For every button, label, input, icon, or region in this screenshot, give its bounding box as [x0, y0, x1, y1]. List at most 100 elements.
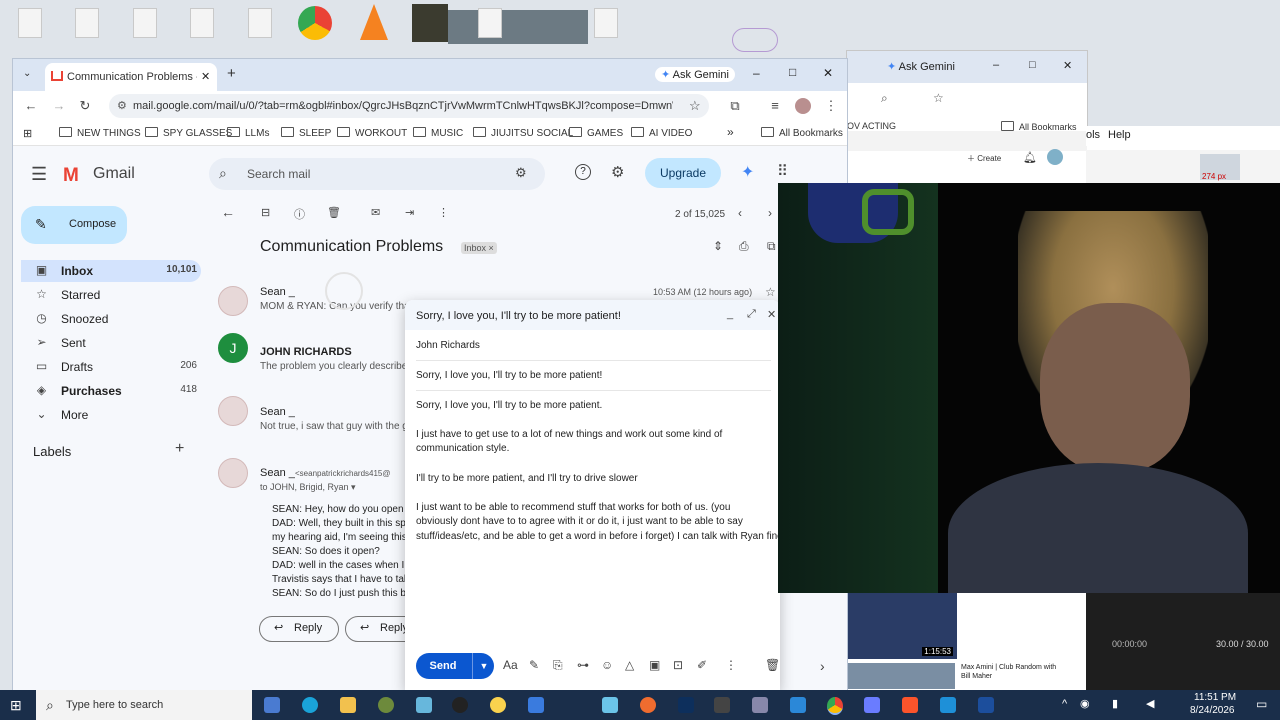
bookmark-folder[interactable]: SPY GLASSES [145, 127, 232, 139]
notifications-icon[interactable]: ▭ [1256, 697, 1267, 711]
archive-icon[interactable]: ⊟ [261, 206, 270, 219]
more-options-icon[interactable]: ⋮ [725, 658, 737, 672]
main-menu-icon[interactable]: ☰ [31, 164, 47, 185]
inbox-label-chip[interactable]: Inbox × [461, 242, 497, 254]
gemini-icon[interactable]: ✦ [741, 162, 754, 182]
sidebar-item-sent[interactable]: ➢ Sent [21, 332, 201, 354]
file-icon[interactable] [18, 8, 42, 38]
emoji-icon[interactable]: ☺ [601, 658, 613, 672]
search-icon[interactable]: ⌕ [219, 165, 227, 182]
tray-overflow-icon[interactable]: ^ [1062, 698, 1067, 710]
bookmark-folder[interactable]: JIUJITSU SOCIAL [473, 127, 573, 139]
file-icon[interactable] [133, 8, 157, 38]
app-icon[interactable] [864, 697, 880, 713]
gmail-logo-icon[interactable]: M [63, 165, 79, 187]
more-actions-icon[interactable]: ⋮ [438, 206, 449, 219]
report-spam-icon[interactable]: ⓘ [294, 206, 305, 222]
add-label-icon[interactable]: + [175, 440, 184, 458]
image-thumbnail-icon[interactable] [412, 4, 448, 42]
file-explorer-icon[interactable] [340, 697, 356, 713]
back-icon[interactable]: ← [23, 98, 39, 114]
app-icon[interactable] [940, 697, 956, 713]
star-icon[interactable]: ☆ [765, 285, 776, 299]
message-snippet[interactable]: The problem you clearly describe, [260, 361, 410, 372]
video-thumbnail[interactable]: 1:15:53 [847, 593, 957, 659]
menu-kebab-icon[interactable]: ⋮ [823, 98, 839, 114]
gmail-logo-text[interactable]: Gmail [93, 165, 135, 183]
message-sender[interactable]: Sean _ [260, 467, 295, 479]
minimize-icon[interactable]: _ [727, 308, 733, 320]
bookmark-folder[interactable]: GAMES [569, 127, 623, 139]
apps-grid-icon[interactable]: ⠿ [777, 162, 788, 180]
open-new-window-icon[interactable]: ⧉ [767, 239, 776, 254]
bookmark-folder[interactable]: NEW THINGS [59, 127, 141, 139]
volume-icon[interactable]: ◀ [1146, 697, 1154, 710]
move-to-icon[interactable]: ⇥ [405, 206, 414, 219]
image-thumbnail-icon[interactable] [448, 10, 588, 44]
message-sender[interactable]: Sean _ [260, 406, 295, 418]
reload-icon[interactable]: ↻ [77, 98, 93, 114]
bookmark-star-icon[interactable]: ☆ [689, 98, 701, 114]
bookmarks-overflow-button[interactable]: » [727, 125, 734, 139]
obs-icon[interactable] [452, 697, 468, 713]
side-panel-expand-icon[interactable]: › [820, 658, 825, 674]
ask-gemini-button-2[interactable]: ✦ Ask Gemini [887, 60, 955, 73]
discard-draft-icon[interactable]: 🗑︎ [765, 658, 780, 672]
task-view-icon[interactable] [264, 697, 280, 713]
attach-icon[interactable]: ⎘ [553, 658, 563, 673]
avatar[interactable] [218, 458, 248, 488]
expand-all-icon[interactable]: ⇕ [713, 239, 723, 253]
file-icon[interactable] [478, 8, 502, 38]
sidebar-item-more[interactable]: ⌄ More [21, 404, 201, 426]
compose-button[interactable]: ✎ Compose [21, 206, 127, 244]
site-info-icon[interactable]: ⚙ [117, 99, 127, 112]
bookmark-folder[interactable]: WORKOUT [337, 127, 407, 139]
chrome-taskbar-icon[interactable] [827, 697, 843, 715]
mark-unread-icon[interactable]: ✉ [371, 206, 380, 219]
maximize-button[interactable]: □ [789, 65, 796, 79]
close-icon[interactable]: ✕ [767, 308, 776, 321]
sidebar-item-purchases[interactable]: ◈ Purchases 418 [21, 380, 201, 402]
app-icon[interactable] [602, 697, 618, 713]
settings-gear-icon[interactable]: ⚙ [611, 163, 624, 181]
recipients-toggle[interactable]: to JOHN, Brigid, Ryan ▾ [260, 482, 356, 493]
compose-body[interactable]: Sorry, I love you, I'll try to be more p… [405, 396, 780, 646]
help-icon[interactable]: ? [575, 164, 591, 180]
send-button[interactable]: Send [416, 653, 470, 679]
video-thumbnail[interactable] [847, 663, 955, 689]
message-sender[interactable]: JOHN RICHARDS [260, 346, 352, 358]
app-icon[interactable] [752, 697, 768, 713]
app-icon[interactable] [416, 697, 432, 713]
firefox-icon[interactable] [640, 697, 656, 713]
newer-icon[interactable]: ‹ [738, 206, 742, 220]
address-bar[interactable]: ⚙ mail.google.com/mail/u/0/?tab=rm&ogbl#… [109, 94, 709, 118]
mic-icon[interactable]: ▮ [1112, 697, 1118, 710]
avatar[interactable] [1047, 149, 1063, 165]
reply-button[interactable]: ↩ Reply [259, 616, 339, 642]
bookmark-partial[interactable]: OV ACTING [847, 121, 896, 131]
subject-field[interactable]: Sorry, I love you, I'll try to be more p… [416, 370, 602, 381]
signature-icon[interactable]: ✐ [697, 658, 707, 672]
file-icon[interactable] [75, 8, 99, 38]
windows-start-icon[interactable]: ⊞ [10, 697, 22, 714]
message-snippet[interactable]: Not true, i saw that guy with the gr [260, 421, 410, 432]
photo-icon[interactable]: ▣ [649, 658, 660, 672]
avatar[interactable] [218, 396, 248, 426]
formatting-icon[interactable]: Aa [503, 658, 518, 672]
sidebar-item-starred[interactable]: ☆ Starred [21, 284, 201, 306]
close-button[interactable]: ✕ [823, 66, 833, 80]
sidebar-item-snoozed[interactable]: ◷ Snoozed [21, 308, 201, 330]
bookmark-folder[interactable]: SLEEP [281, 127, 331, 139]
close-button-2[interactable]: ✕ [1063, 59, 1072, 72]
tab-search-chevron-icon[interactable]: ⌄ [23, 68, 31, 79]
create-button[interactable]: ＋ Create [967, 153, 1001, 164]
bookmark-star-icon[interactable]: ☆ [933, 91, 944, 105]
photoshop-icon[interactable] [678, 697, 694, 713]
search-input[interactable]: Search mail [247, 167, 310, 181]
avatar[interactable] [218, 286, 248, 316]
compose-header[interactable]: Sorry, I love you, I'll try to be more p… [405, 300, 780, 330]
maximize-button-2[interactable]: □ [1029, 59, 1036, 71]
search-bar[interactable]: ⌕ Search mail ⚙ [209, 158, 545, 190]
bookmark-folder[interactable]: MUSIC [413, 127, 463, 139]
drive-icon[interactable]: △ [625, 658, 634, 672]
